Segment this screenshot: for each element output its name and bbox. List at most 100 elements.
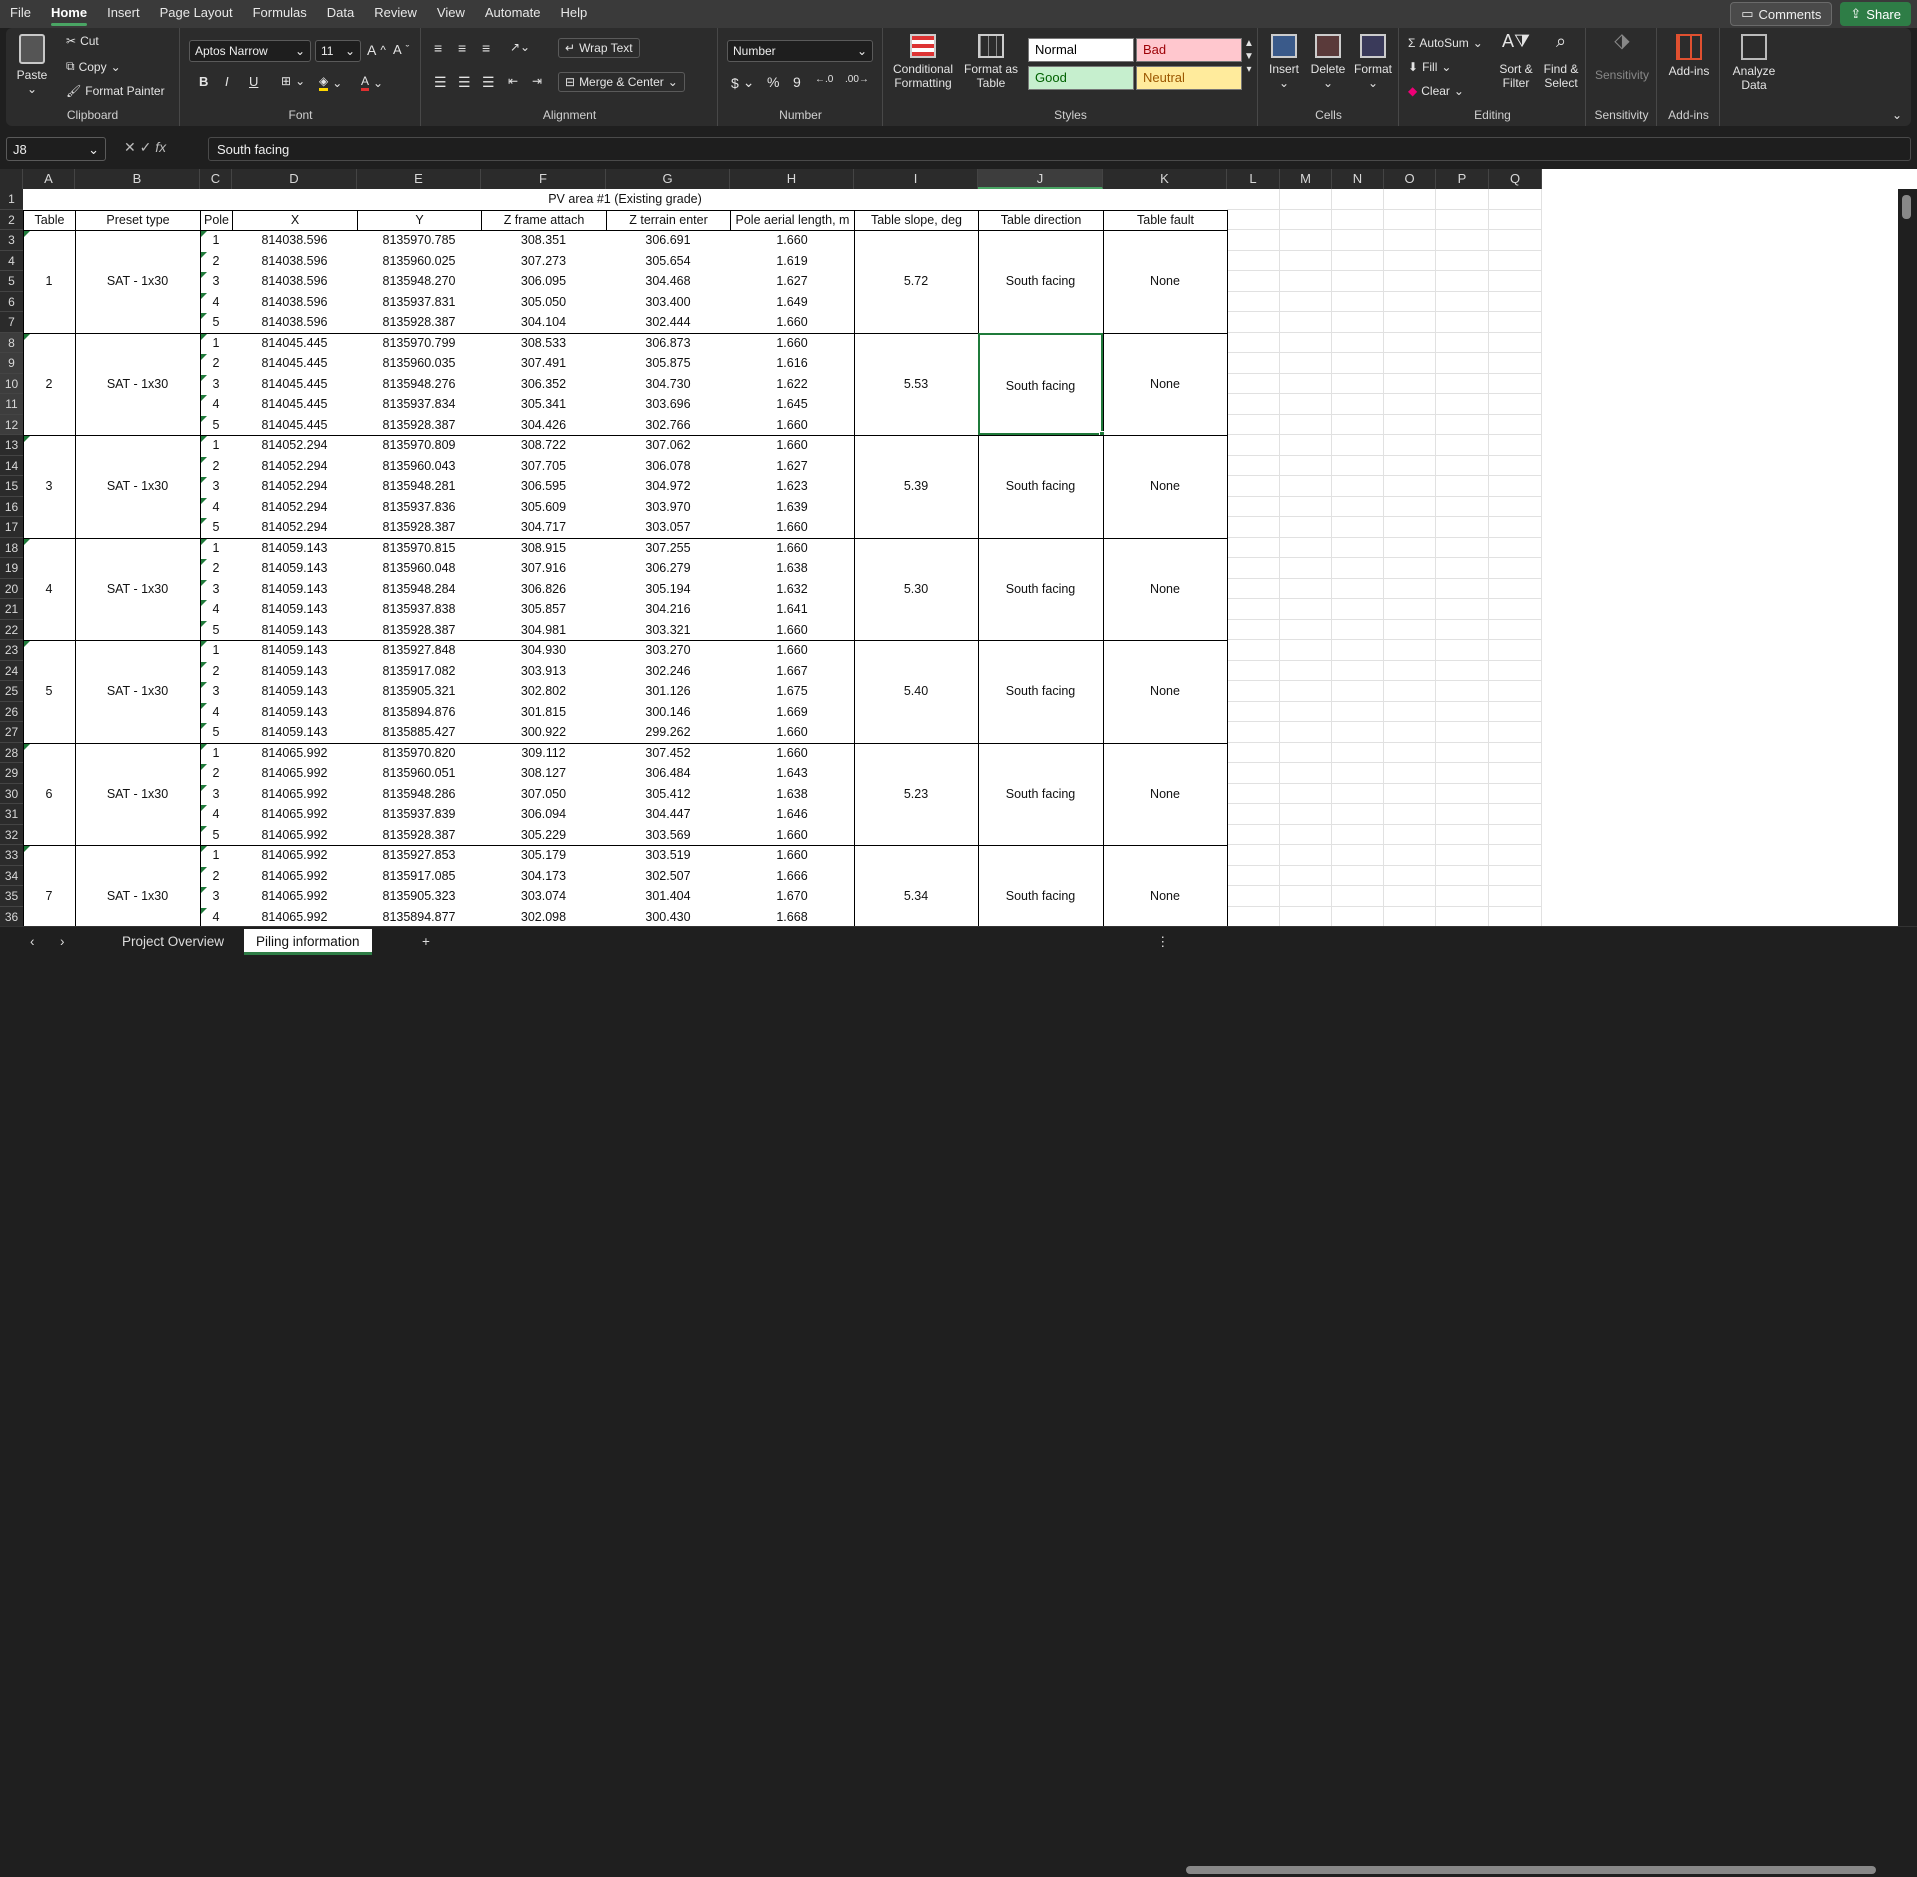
preset-type[interactable]: SAT - 1x30 <box>75 333 200 436</box>
z-frame-cell[interactable]: 309.112 <box>481 743 606 764</box>
z-terrain-cell[interactable]: 303.970 <box>606 497 730 518</box>
table-slope[interactable]: 5.30 <box>854 538 978 641</box>
x-cell[interactable]: 814065.992 <box>232 825 357 846</box>
row-header[interactable]: 26 <box>0 701 23 722</box>
col-header-O[interactable]: O <box>1384 169 1436 189</box>
row-header[interactable]: 16 <box>0 496 23 517</box>
y-cell[interactable]: 8135927.848 <box>357 640 481 661</box>
col-header-J[interactable]: J <box>978 169 1103 189</box>
sheet-tab-project-overview[interactable]: Project Overview <box>110 929 236 955</box>
z-frame-cell[interactable]: 305.609 <box>481 497 606 518</box>
table-number[interactable]: 4 <box>23 538 75 641</box>
find-select-button[interactable]: ⌕ Find & Select <box>1540 32 1582 90</box>
row-header[interactable]: 24 <box>0 660 23 681</box>
z-frame-cell[interactable]: 306.094 <box>481 804 606 825</box>
percent-button[interactable]: % <box>767 74 779 90</box>
row-header[interactable]: 10 <box>0 373 23 394</box>
row-header[interactable]: 21 <box>0 599 23 620</box>
orientation-icon[interactable]: ↗⌄ <box>510 40 530 54</box>
aerial-length-cell[interactable]: 1.668 <box>730 907 854 927</box>
aerial-length-cell[interactable]: 1.660 <box>730 435 854 456</box>
decrease-decimal-icon[interactable]: .00→ <box>845 74 869 85</box>
x-cell[interactable]: 814059.143 <box>232 640 357 661</box>
z-terrain-cell[interactable]: 305.875 <box>606 353 730 374</box>
decrease-font-button[interactable]: Aˇ <box>393 42 409 57</box>
y-cell[interactable]: 8135948.286 <box>357 784 481 805</box>
x-cell[interactable]: 814065.992 <box>232 866 357 887</box>
more-options-icon[interactable]: ⋮ <box>1144 929 1182 955</box>
y-cell[interactable]: 8135885.427 <box>357 722 481 743</box>
clear-button[interactable]: ◆ Clear ⌄ <box>1408 84 1464 98</box>
y-cell[interactable]: 8135960.043 <box>357 456 481 477</box>
row-header[interactable]: 32 <box>0 824 23 845</box>
table-fault[interactable]: None <box>1103 230 1227 333</box>
row-header[interactable]: 15 <box>0 476 23 497</box>
fill-button[interactable]: ⬇ Fill ⌄ <box>1408 60 1451 74</box>
aerial-length-cell[interactable]: 1.641 <box>730 599 854 620</box>
autosum-button[interactable]: Σ AutoSum ⌄ <box>1408 36 1483 50</box>
z-terrain-cell[interactable]: 305.194 <box>606 579 730 600</box>
z-terrain-cell[interactable]: 304.730 <box>606 374 730 395</box>
z-frame-cell[interactable]: 308.722 <box>481 435 606 456</box>
x-cell[interactable]: 814059.143 <box>232 661 357 682</box>
x-cell[interactable]: 814045.445 <box>232 415 357 436</box>
underline-button[interactable]: U <box>249 74 258 89</box>
align-center-icon[interactable]: ☰ <box>458 74 471 91</box>
y-cell[interactable]: 8135948.270 <box>357 271 481 292</box>
collapse-ribbon-icon[interactable]: ⌄ <box>1892 108 1902 122</box>
row-header[interactable]: 7 <box>0 312 23 333</box>
col-header-G[interactable]: G <box>606 169 730 189</box>
aerial-length-cell[interactable]: 1.623 <box>730 476 854 497</box>
font-color-button[interactable]: A ⌄ <box>361 74 383 91</box>
x-cell[interactable]: 814059.143 <box>232 620 357 641</box>
menu-help[interactable]: Help <box>551 0 598 28</box>
x-cell[interactable]: 814059.143 <box>232 558 357 579</box>
menu-file[interactable]: File <box>0 0 41 28</box>
header-cell[interactable]: Pole aerial length, m <box>730 209 855 231</box>
comments-button[interactable]: ▭ Comments <box>1730 2 1833 26</box>
horizontal-scrollbar[interactable] <box>1176 1863 1901 1877</box>
x-cell[interactable]: 814065.992 <box>232 886 357 907</box>
z-terrain-cell[interactable]: 300.430 <box>606 907 730 927</box>
cut-button[interactable]: ✂ Cut <box>66 34 99 48</box>
col-header-M[interactable]: M <box>1280 169 1332 189</box>
preset-type[interactable]: SAT - 1x30 <box>75 435 200 538</box>
aerial-length-cell[interactable]: 1.639 <box>730 497 854 518</box>
x-cell[interactable]: 814045.445 <box>232 394 357 415</box>
sheet-tab-piling-information[interactable]: Piling information <box>244 929 372 955</box>
analyze-data-button[interactable]: Analyze Data <box>1724 34 1784 92</box>
aerial-length-cell[interactable]: 1.619 <box>730 251 854 272</box>
row-header[interactable]: 11 <box>0 394 23 415</box>
y-cell[interactable]: 8135917.085 <box>357 866 481 887</box>
paste-button[interactable]: Paste ⌄ <box>14 34 50 96</box>
row-header[interactable]: 8 <box>0 332 23 353</box>
table-direction[interactable]: South facing <box>978 845 1103 926</box>
y-cell[interactable]: 8135937.838 <box>357 599 481 620</box>
aerial-length-cell[interactable]: 1.660 <box>730 620 854 641</box>
aerial-length-cell[interactable]: 1.627 <box>730 271 854 292</box>
row-header[interactable]: 19 <box>0 558 23 579</box>
menu-page-layout[interactable]: Page Layout <box>150 0 243 28</box>
z-frame-cell[interactable]: 304.717 <box>481 517 606 538</box>
z-frame-cell[interactable]: 302.098 <box>481 907 606 927</box>
align-middle-icon[interactable]: ≡ <box>458 40 466 56</box>
enter-icon[interactable]: ✓ <box>140 139 152 155</box>
z-terrain-cell[interactable]: 302.766 <box>606 415 730 436</box>
x-cell[interactable]: 814059.143 <box>232 599 357 620</box>
z-terrain-cell[interactable]: 303.400 <box>606 292 730 313</box>
insert-cells-button[interactable]: Insert ⌄ <box>1263 34 1305 90</box>
z-frame-cell[interactable]: 306.095 <box>481 271 606 292</box>
col-header-K[interactable]: K <box>1103 169 1227 189</box>
z-terrain-cell[interactable]: 307.255 <box>606 538 730 559</box>
aerial-length-cell[interactable]: 1.660 <box>730 825 854 846</box>
menu-home[interactable]: Home <box>41 0 97 28</box>
z-frame-cell[interactable]: 303.074 <box>481 886 606 907</box>
fill-color-button[interactable]: ◈ ⌄ <box>319 74 342 91</box>
z-frame-cell[interactable]: 308.915 <box>481 538 606 559</box>
row-header[interactable]: 33 <box>0 845 23 866</box>
z-frame-cell[interactable]: 304.104 <box>481 312 606 333</box>
col-header-N[interactable]: N <box>1332 169 1384 189</box>
y-cell[interactable]: 8135894.876 <box>357 702 481 723</box>
col-header-I[interactable]: I <box>854 169 978 189</box>
col-header-E[interactable]: E <box>357 169 481 189</box>
